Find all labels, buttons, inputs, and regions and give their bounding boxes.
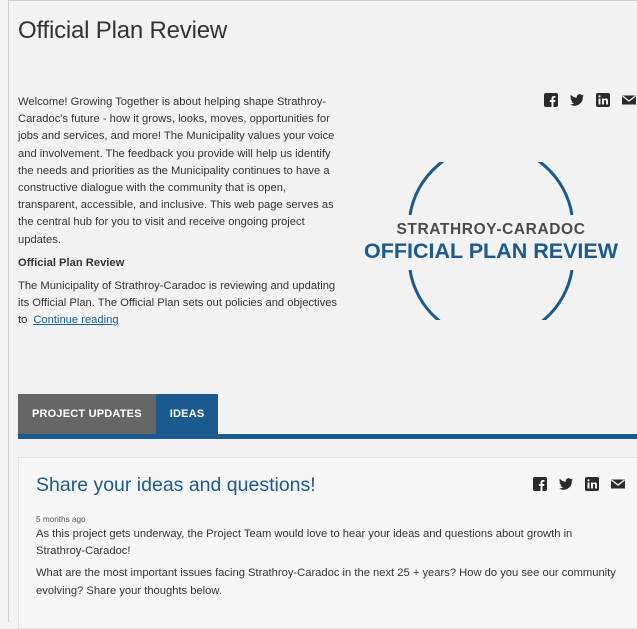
- logo-line2: OFFICIAL PLAN REVIEW: [364, 239, 619, 263]
- email-icon[interactable]: [610, 476, 626, 492]
- post-paragraph-1: As this project gets underway, the Proje…: [36, 528, 573, 558]
- tab-underline: [18, 434, 637, 439]
- teaser-text: The Municipality of Strathroy-Caradoc is…: [18, 278, 344, 330]
- post-share-bar: [532, 476, 626, 492]
- post-paragraph-2: What are the most important issues facin…: [36, 567, 616, 597]
- continue-reading-link[interactable]: Continue reading: [33, 314, 118, 326]
- section-subheading: Official Plan Review: [18, 256, 125, 269]
- intro-paragraph: Welcome! Growing Together is about helpi…: [18, 96, 335, 246]
- linkedin-icon[interactable]: [595, 92, 611, 108]
- share-bar: [543, 92, 637, 108]
- logo-bottom-arc: [408, 269, 574, 341]
- linkedin-icon[interactable]: [584, 476, 600, 492]
- post-body: As this project gets underway, the Proje…: [36, 526, 621, 600]
- logo-top-arc: [408, 144, 574, 216]
- twitter-icon[interactable]: [558, 476, 574, 492]
- post-timestamp: 5 months ago: [36, 515, 86, 524]
- page-title: Official Plan Review: [18, 17, 227, 44]
- official-plan-review-logo: STRATHROY-CARADOC OFFICIAL PLAN REVIEW: [362, 144, 637, 341]
- facebook-icon[interactable]: [543, 92, 559, 108]
- tab-project-updates[interactable]: PROJECT UPDATES: [18, 394, 156, 434]
- facebook-icon[interactable]: [532, 476, 548, 492]
- email-icon[interactable]: [621, 92, 637, 108]
- tab-bar: PROJECT UPDATES IDEAS: [18, 394, 219, 434]
- twitter-icon[interactable]: [569, 92, 585, 108]
- logo-line1: STRATHROY-CARADOC: [396, 221, 585, 238]
- project-description: Welcome! Growing Together is about helpi…: [18, 94, 344, 330]
- tab-ideas[interactable]: IDEAS: [155, 394, 219, 434]
- post-card: Share your ideas and questions! 5 months…: [18, 457, 637, 629]
- post-title[interactable]: Share your ideas and questions!: [36, 474, 316, 497]
